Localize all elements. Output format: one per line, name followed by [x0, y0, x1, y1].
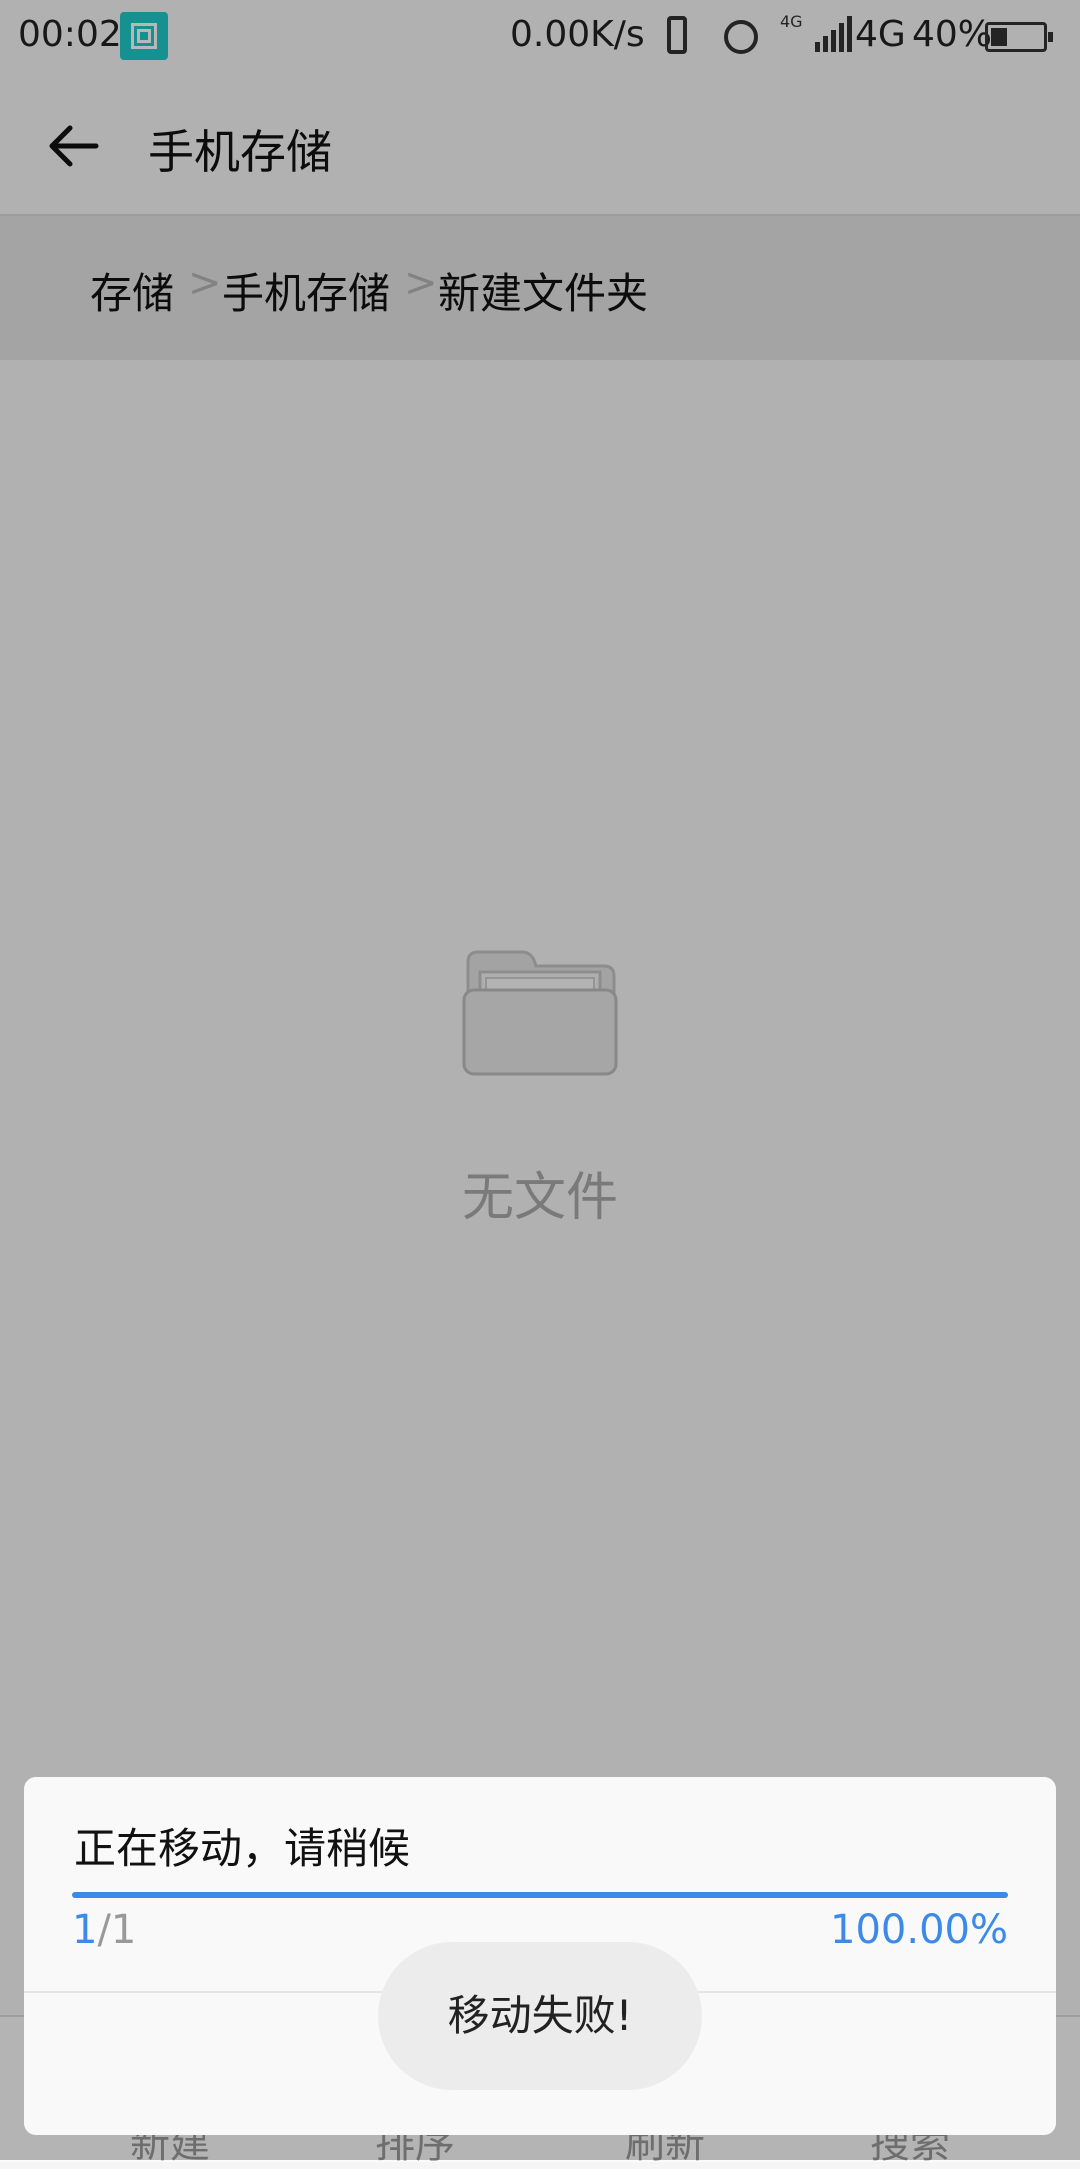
progress-percent: 100.00%: [830, 1907, 1008, 1953]
progress-bar: [72, 1892, 1008, 1898]
toast-message: 移动失败!: [378, 1942, 702, 2090]
progress-total: /1: [97, 1907, 137, 1953]
progress-count: 1/1: [72, 1907, 136, 1953]
progress-bar-fill: [72, 1892, 1008, 1898]
progress-current: 1: [72, 1907, 98, 1953]
dialog-title: 正在移动，请稍候: [74, 1824, 411, 1873]
